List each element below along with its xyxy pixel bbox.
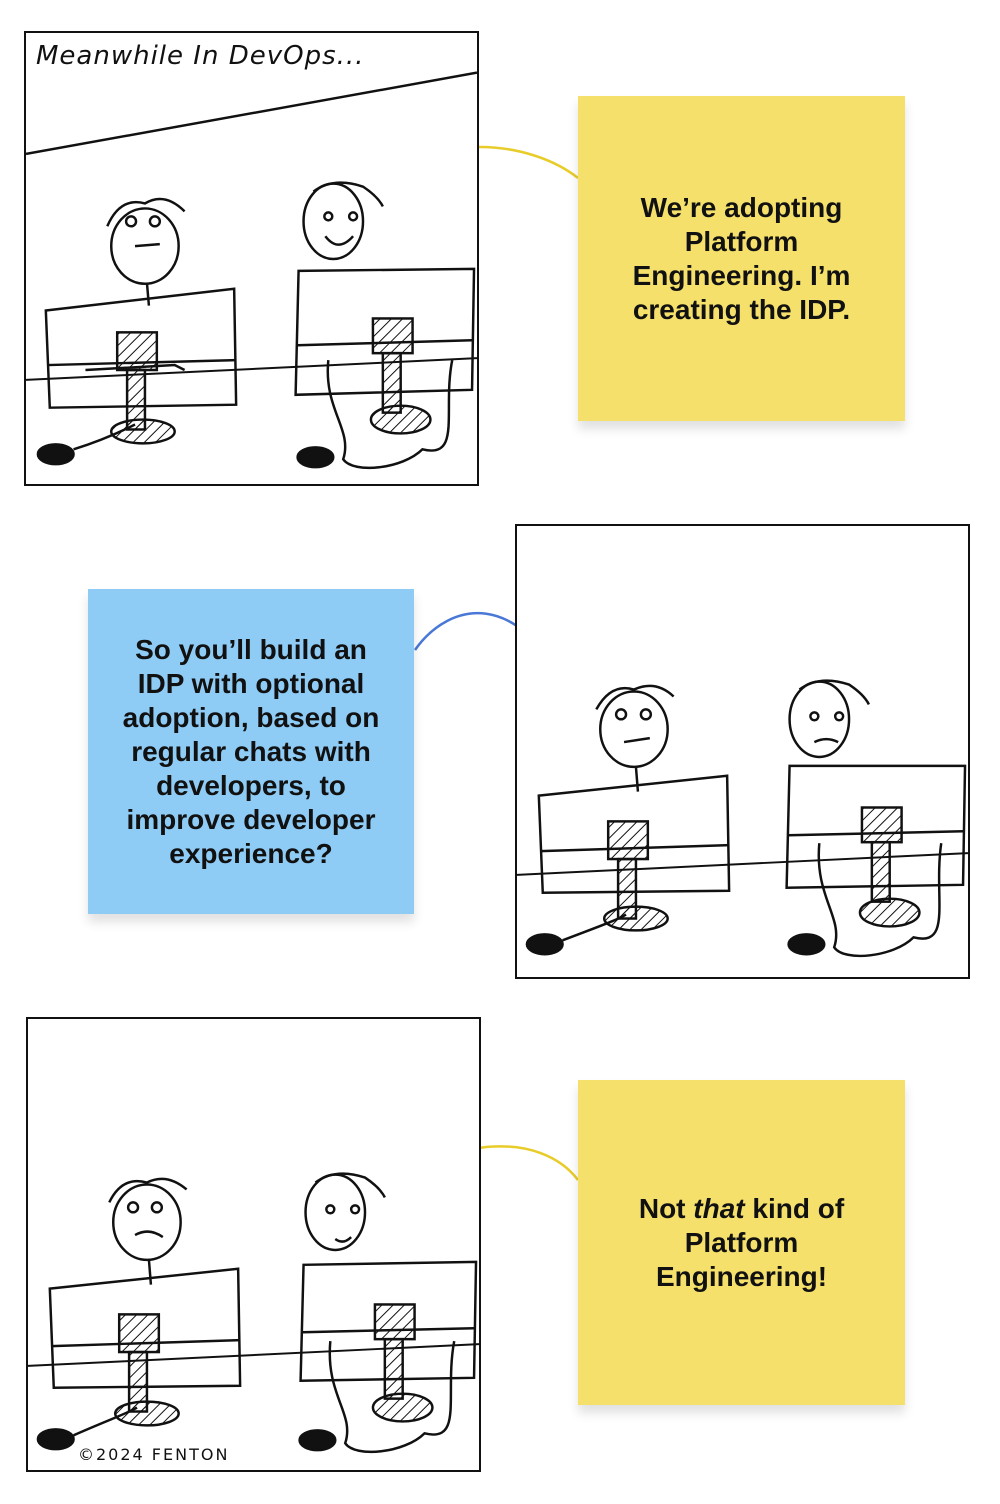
copyright-text: ©2024 FENTON: [78, 1445, 230, 1464]
sticky-note-3-text: Not that kind of Platform Engineering!: [608, 1192, 875, 1294]
note-3-emphasis: that: [693, 1192, 745, 1224]
platform-engineer-figure: [298, 1172, 478, 1454]
comic-panel-3: ©2024 FENTON: [26, 1017, 481, 1472]
note-3-prefix: Not: [638, 1192, 694, 1224]
developer-figure: [36, 1177, 242, 1451]
sticky-note-3: Not that kind of Platform Engineering!: [578, 1080, 905, 1405]
panel-2-drawing: [517, 679, 968, 958]
platform-engineer-figure: [294, 181, 476, 470]
sticky-note-1: We’re adopting Platform Engineering. I’m…: [578, 96, 905, 421]
sticky-note-2: So you’ll build an IDP with optional ado…: [88, 589, 414, 914]
comic-panel-2: [515, 524, 970, 979]
panel-1-drawing: [26, 71, 477, 470]
comic-panel-1: Meanwhile In DevOps...: [24, 31, 479, 486]
platform-engineer-figure: [785, 679, 967, 958]
panel-caption: Meanwhile In DevOps...: [36, 41, 365, 71]
panel-3-drawing: [28, 1172, 479, 1454]
developer-figure: [525, 684, 731, 956]
developer-figure: [36, 197, 238, 466]
